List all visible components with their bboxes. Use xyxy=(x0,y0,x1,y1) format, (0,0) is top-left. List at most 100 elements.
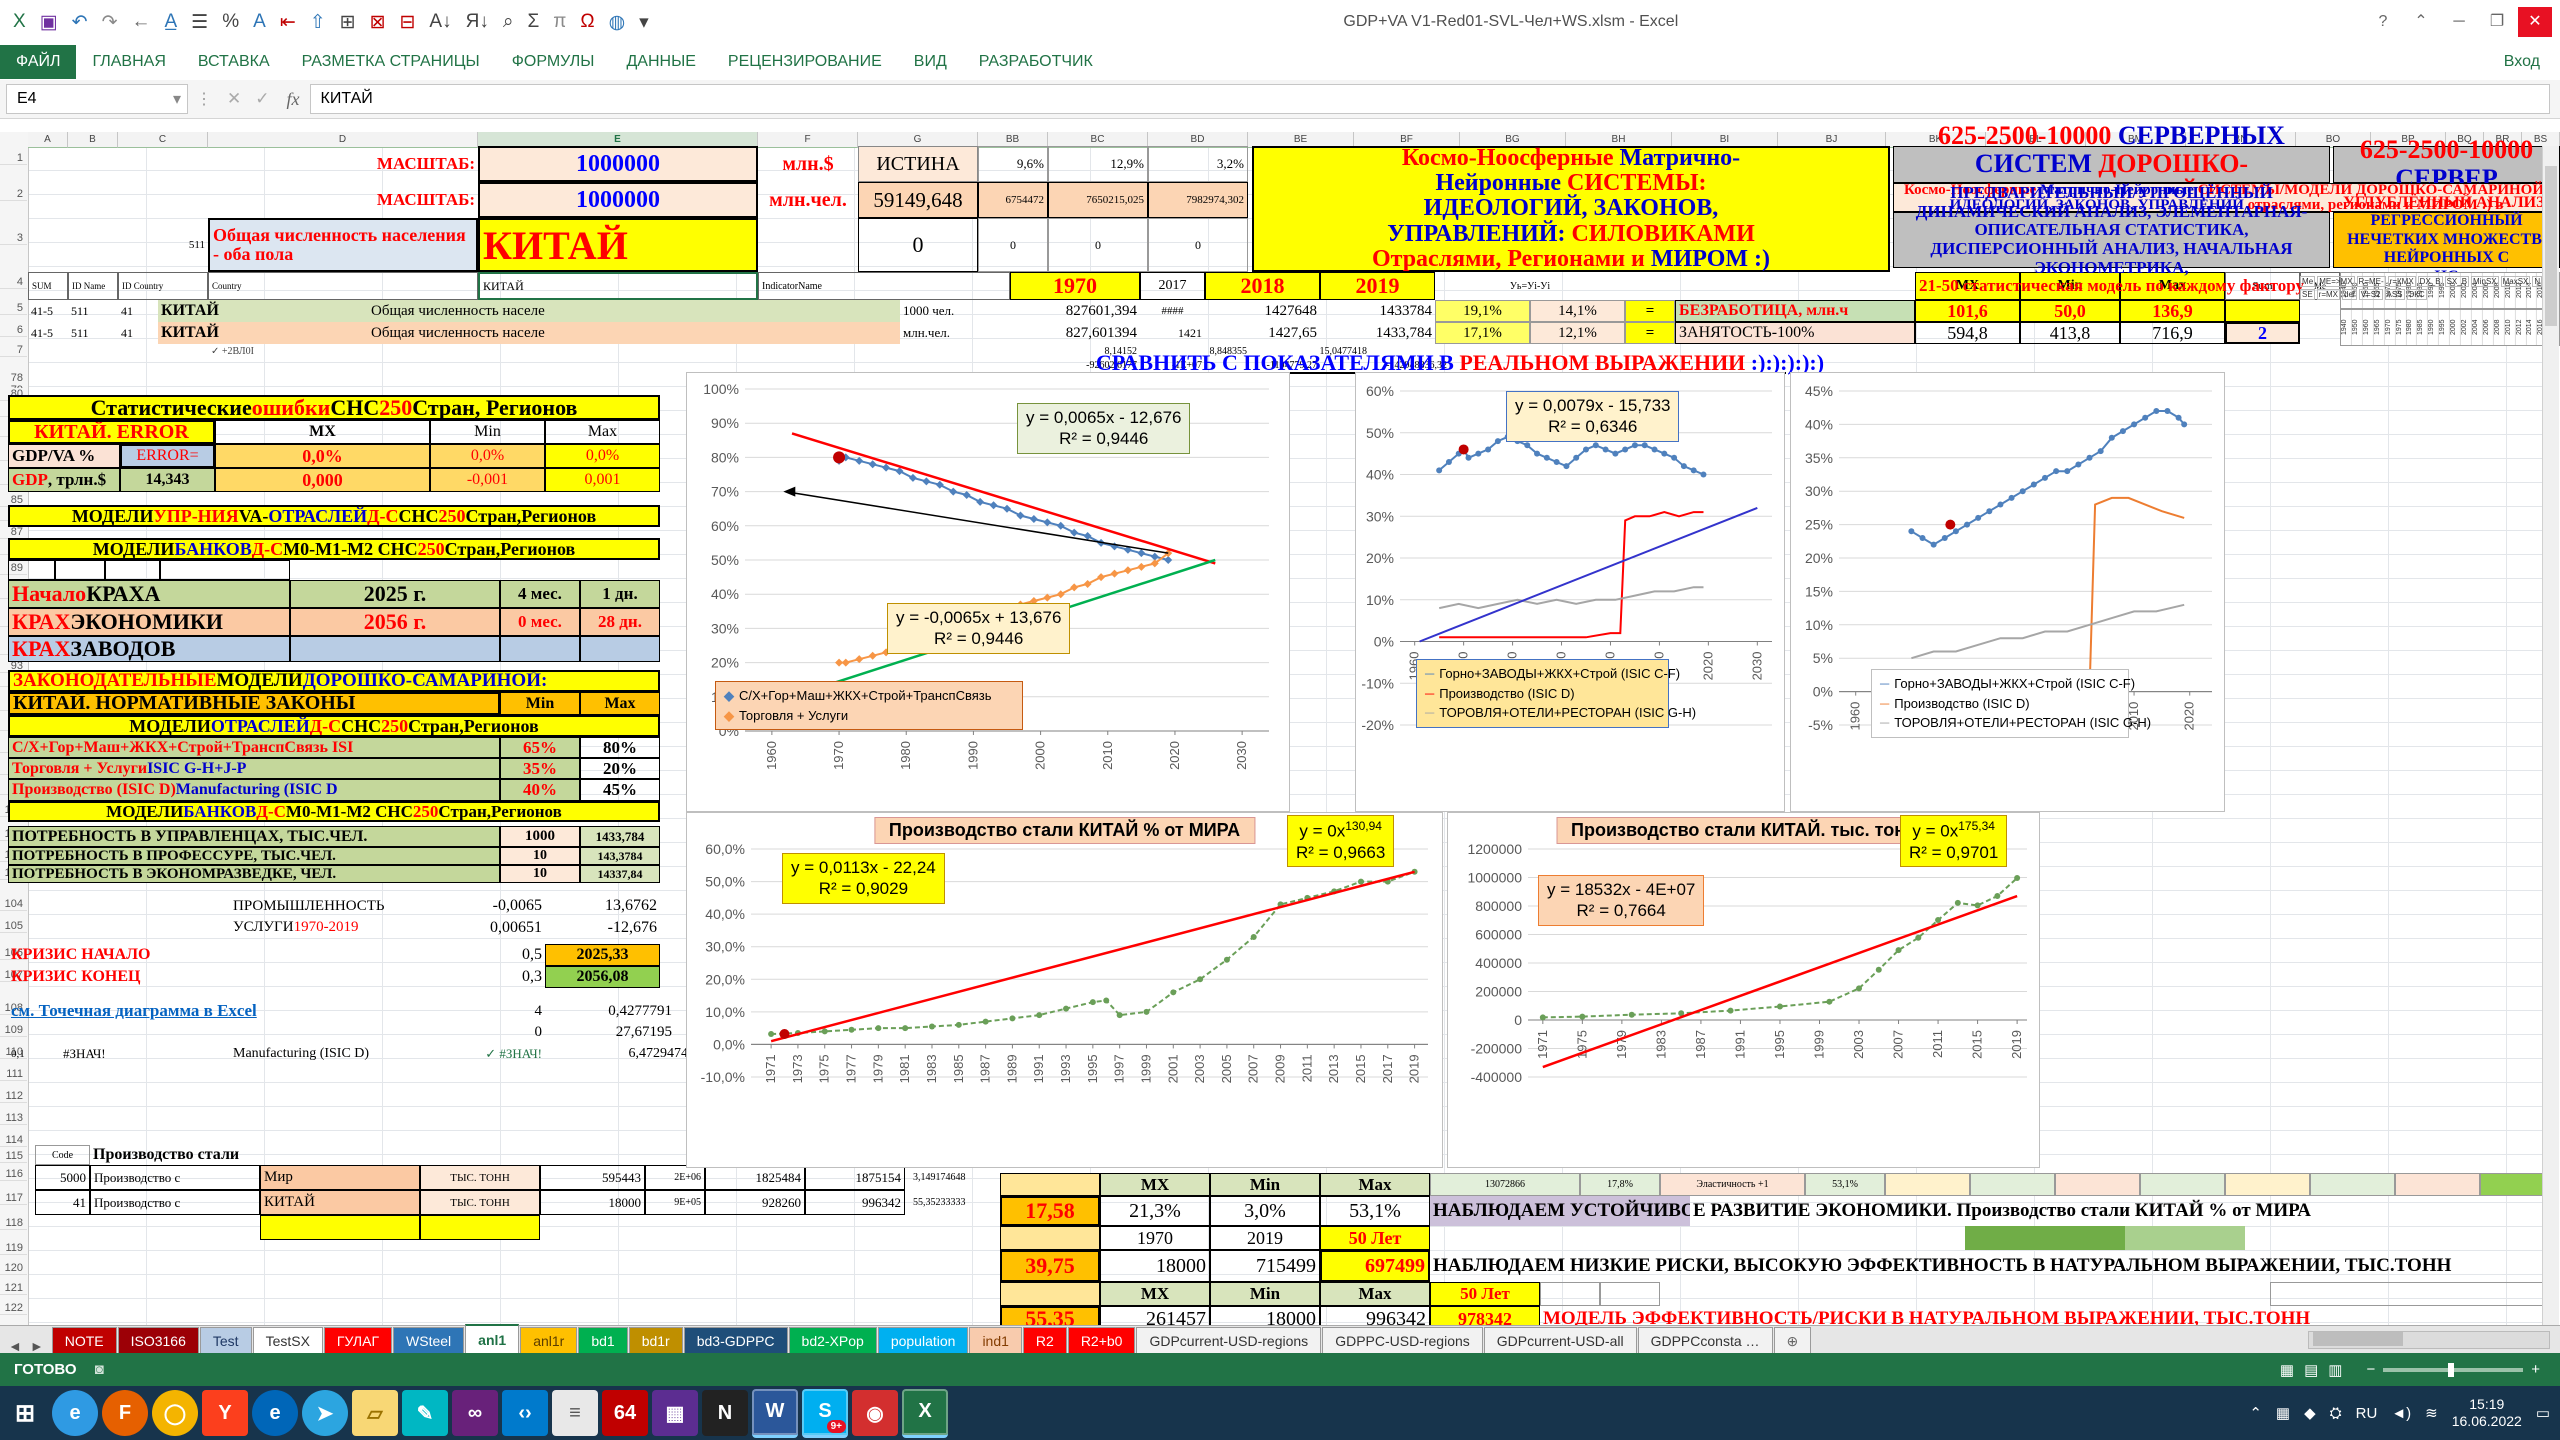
chart-industry-shares-right[interactable]: 45%40%35%30%25%20%15%10%5%0%-5%196019701… xyxy=(1790,372,2225,812)
cell[interactable]: Max xyxy=(545,420,660,444)
zoom-out-icon[interactable]: − xyxy=(2366,1361,2375,1378)
cell[interactable]: 12,9% xyxy=(1048,146,1148,182)
cell[interactable]: 1000000 xyxy=(478,182,758,218)
row-header-5[interactable]: 5 xyxy=(0,302,27,315)
cell[interactable]: Производство стали xyxy=(90,1145,350,1165)
cell[interactable]: 13072866 xyxy=(1430,1173,1580,1196)
row-header-104[interactable]: 104 xyxy=(0,898,27,911)
cell[interactable]: 14,343 xyxy=(120,468,215,492)
cell[interactable]: 1427,65 xyxy=(1205,322,1320,344)
cell[interactable]: Max xyxy=(1320,1282,1430,1306)
cell[interactable]: ERROR= xyxy=(120,444,215,468)
cell[interactable]: Min xyxy=(1210,1282,1320,1306)
sheet-tab-GDPPCconsta-…[interactable]: GDPPCconsta … xyxy=(1638,1327,1773,1354)
sheet-tab-R2+b0[interactable]: R2+b0 xyxy=(1068,1327,1136,1354)
notification-center-icon[interactable]: ▭ xyxy=(2536,1404,2550,1422)
cell[interactable]: 10 xyxy=(500,865,580,883)
cell[interactable]: -0,0065 xyxy=(430,895,545,917)
cell[interactable]: 2 xyxy=(2225,322,2300,344)
sheet-tab-WSteel[interactable]: WSteel xyxy=(393,1327,464,1354)
tray-icon-2[interactable]: ⛭ xyxy=(2330,1405,2342,1422)
cell[interactable]: УСЛУГИ 1970-2019 xyxy=(230,917,430,938)
sheet-tab-GDPcurrent-USD-all[interactable]: GDPcurrent-USD-all xyxy=(1484,1327,1637,1354)
horizontal-scrollbar[interactable] xyxy=(2308,1331,2550,1349)
align-icon[interactable]: ☰ xyxy=(191,11,208,34)
clock[interactable]: 15:1916.06.2022 xyxy=(2452,1396,2522,1431)
cell[interactable]: 3,2% xyxy=(1148,146,1248,182)
tab-scroll-left-icon[interactable]: ◄ xyxy=(0,1338,30,1354)
cell[interactable]: 0,00651 xyxy=(430,917,545,938)
cell[interactable]: 53,1% xyxy=(1320,1196,1430,1226)
row-header-3[interactable]: 3 xyxy=(0,232,27,245)
sheet-tab-bd2-XPop[interactable]: bd2-XPop xyxy=(789,1327,877,1354)
cell[interactable]: Manufacturing (ISIC D) xyxy=(230,1043,430,1065)
column-header-A[interactable]: A xyxy=(28,132,68,148)
delete-rows-icon[interactable]: ⊟ xyxy=(400,11,416,34)
cell[interactable] xyxy=(1885,1173,1970,1196)
language-indicator[interactable]: RU xyxy=(2356,1405,2378,1422)
row-header-114[interactable]: 114 xyxy=(0,1134,27,1147)
cell[interactable] xyxy=(1540,1282,1600,1306)
cell[interactable]: Уь=Уі-Уі xyxy=(1435,272,1625,300)
sheet-tab-ind1[interactable]: ind1 xyxy=(969,1327,1021,1354)
cell[interactable]: 2025 г. xyxy=(290,580,500,608)
chart-steel-tons-china[interactable]: Производство стали КИТАЙ. тыс. тонн12000… xyxy=(1447,812,2040,1168)
name-box-splitter[interactable]: ⋮ xyxy=(196,89,212,109)
name-box-dropdown-icon[interactable]: ▾ xyxy=(173,89,187,109)
cell[interactable]: IndicatorName xyxy=(758,272,1010,300)
cell[interactable]: 0,4277791 xyxy=(545,1000,675,1022)
cell[interactable]: ПОТРЕБНОСТЬ В ЭКОНОМРАЗВЕДКЕ, ЧЕЛ. xyxy=(8,865,500,883)
ie-icon[interactable]: e xyxy=(52,1390,98,1436)
row-header-112[interactable]: 112 xyxy=(0,1090,27,1103)
cell[interactable]: БЕЗРАБОТИЦА, млн.ч xyxy=(1675,300,1915,322)
ribbon-tab-файл[interactable]: ФАЙЛ xyxy=(0,45,76,79)
cell[interactable]: 9Е+05 xyxy=(645,1190,705,1215)
cell[interactable]: 101,6 xyxy=(1915,300,2020,322)
cell[interactable]: 1000 чел. xyxy=(900,300,1010,322)
cell[interactable]: 17,8% xyxy=(1580,1173,1660,1196)
cell[interactable] xyxy=(2225,300,2300,322)
volume-icon[interactable]: ◄) xyxy=(2391,1405,2411,1422)
cell[interactable]: Е РАЗВИТИЕ ЭКОНОМИКИ. Производство стали… xyxy=(1690,1196,2560,1226)
cell[interactable]: 4 мес. xyxy=(500,580,580,608)
cell[interactable]: 2018 xyxy=(1205,272,1320,300)
sheet-tab-anl1r[interactable]: anl1r xyxy=(520,1327,577,1354)
cell[interactable]: 0 мес. xyxy=(500,608,580,636)
cell[interactable]: #ЗНАЧ! xyxy=(60,1043,160,1065)
delete-cells-icon[interactable]: ⊠ xyxy=(370,11,386,34)
word-icon[interactable]: W xyxy=(752,1389,798,1438)
cell[interactable]: НАБЛЮДАЕМ УСТОЙЧИВО xyxy=(1430,1196,1690,1226)
cell[interactable]: 3,0% xyxy=(1210,1196,1320,1226)
cell[interactable]: КИТАЙ xyxy=(478,218,758,272)
cell[interactable]: 41-5 xyxy=(28,300,68,322)
cell[interactable] xyxy=(105,560,160,580)
tray-expand-icon[interactable]: ⌃ xyxy=(2249,1404,2262,1422)
cell[interactable]: 0 xyxy=(978,218,1048,272)
cell[interactable]: млн.$ xyxy=(758,146,858,182)
cell[interactable]: 1 дн. xyxy=(580,580,660,608)
row-header-4[interactable]: 4 xyxy=(0,276,27,289)
cell[interactable]: GDP/VA % xyxy=(8,444,120,468)
cell[interactable]: 41 xyxy=(118,322,158,344)
cell[interactable]: Статистические ошибки СНС 250 Стран, Рег… xyxy=(8,395,660,420)
cell[interactable]: 928260 xyxy=(705,1190,805,1215)
cell[interactable] xyxy=(420,1215,540,1240)
sheet-tab-population[interactable]: population xyxy=(878,1327,969,1354)
cell[interactable] xyxy=(580,636,660,662)
fx-icon[interactable]: fx xyxy=(287,89,300,110)
cell[interactable]: 20% xyxy=(580,758,660,779)
cell[interactable]: 1433,784 xyxy=(1320,322,1435,344)
cell[interactable]: MX xyxy=(1100,1173,1210,1196)
sheet-tab-ISO3166[interactable]: ISO3166 xyxy=(118,1327,199,1354)
cell[interactable]: GDP, трлн.$ xyxy=(8,468,120,492)
sheet-tab-GDPPC-USD-regions[interactable]: GDPPC-USD-regions xyxy=(1322,1327,1483,1354)
cell[interactable] xyxy=(2395,1173,2480,1196)
paint-icon[interactable]: ✎ xyxy=(402,1390,448,1436)
cell[interactable]: 41 xyxy=(35,1190,90,1215)
cell[interactable]: КИТАЙ xyxy=(260,1190,420,1215)
cell[interactable]: 50 Лет xyxy=(1430,1282,1540,1306)
sheet-tab-⊕[interactable]: ⊕ xyxy=(1774,1327,1812,1354)
cell[interactable]: МОДЕЛИ БАНКОВ Д-С M0-M1-M2 СНС 250 Стран… xyxy=(8,801,660,822)
cell[interactable]: 65% xyxy=(500,737,580,758)
vertical-scrollbar[interactable] xyxy=(2542,146,2559,1325)
